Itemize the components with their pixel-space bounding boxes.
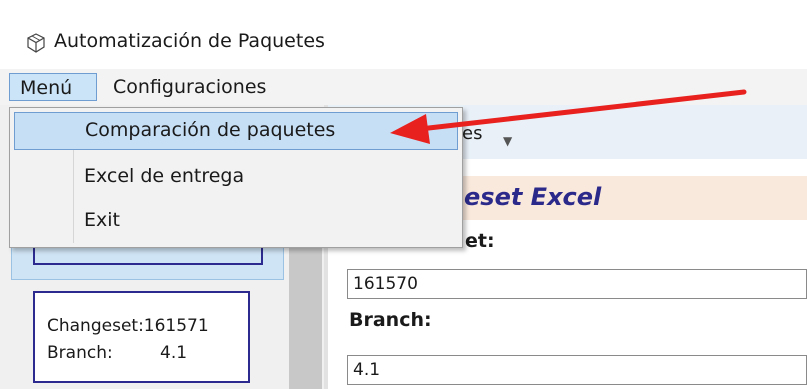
menu-item-excel-entrega[interactable]: Excel de entrega	[14, 159, 458, 197]
menu-item-label: Comparación de paquetes	[85, 119, 336, 141]
title-bar: Automatización de Paquetes	[0, 20, 807, 66]
section-title: eset Excel	[464, 183, 602, 211]
card-changeset-text: Changeset:161571	[47, 316, 209, 336]
card-branch-value: 4.1	[160, 343, 188, 363]
changeset-field[interactable]: 161570	[347, 269, 807, 299]
menu-menu[interactable]: Menú	[9, 73, 97, 101]
menu-item-label: Excel de entrega	[84, 165, 245, 187]
package-cube-icon	[27, 33, 45, 53]
branch-field[interactable]: 4.1	[347, 355, 807, 385]
tab-label[interactable]: es	[462, 123, 482, 144]
sidebar-scrollbar[interactable]	[289, 245, 322, 389]
menu-configuraciones[interactable]: Configuraciones	[103, 73, 276, 101]
menu-item-comparacion-paquetes[interactable]: Comparación de paquetes	[14, 112, 458, 150]
branch-label: Branch:	[349, 309, 432, 331]
menu-bar: Menú Configuraciones	[0, 69, 807, 105]
changeset-card[interactable]: Changeset:161571 Branch: 4.1	[33, 291, 250, 383]
changeset-label: et:	[465, 230, 495, 252]
window-top-strip	[0, 0, 807, 8]
tab-dropdown-icon[interactable]: ▼	[503, 134, 512, 148]
window-title: Automatización de Paquetes	[54, 30, 325, 52]
menu-item-exit[interactable]: Exit	[14, 203, 458, 241]
menu-item-label: Exit	[84, 209, 120, 231]
card-branch-key: Branch:	[47, 343, 113, 363]
menu-dropdown: Comparación de paquetes Excel de entrega…	[9, 107, 463, 248]
